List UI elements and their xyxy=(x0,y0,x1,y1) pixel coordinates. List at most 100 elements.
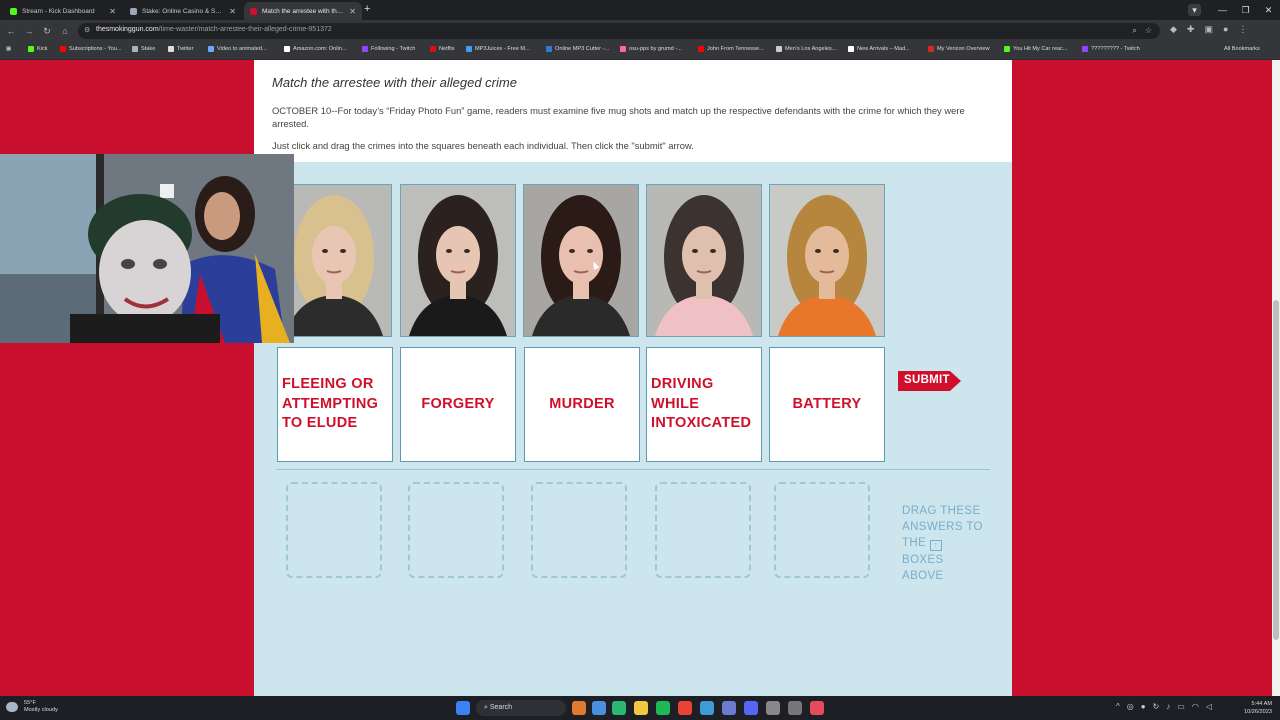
close-icon[interactable]: ✕ xyxy=(109,7,116,16)
windows-start-icon[interactable] xyxy=(456,701,470,715)
app-icon[interactable] xyxy=(722,701,736,715)
app-icon[interactable] xyxy=(788,701,802,715)
chrome-icon[interactable] xyxy=(678,701,692,715)
divider xyxy=(276,469,990,470)
site-info-icon[interactable]: ⚙ xyxy=(84,27,92,35)
scrollbar[interactable] xyxy=(1272,60,1280,696)
zoom-icon[interactable]: ⌕ xyxy=(1132,26,1136,36)
terminal-icon[interactable] xyxy=(612,701,626,715)
volume-icon[interactable]: ◁ xyxy=(1206,702,1212,711)
tray-app-icon[interactable]: ↻ xyxy=(1153,702,1160,711)
bookmark-favicon-icon xyxy=(776,46,782,52)
article-header: Match the arrestee with their alleged cr… xyxy=(254,60,1012,162)
address-bar[interactable]: ⚙ thesmokinggun.com/time-waster/match-ar… xyxy=(78,23,1160,39)
wifi-icon[interactable]: ◠ xyxy=(1192,702,1199,711)
tab-strip: Stream - Kick Dashboard ✕ Stake: Online … xyxy=(0,0,1280,20)
crime-card-murder[interactable]: MURDER xyxy=(524,347,640,462)
bookmark-favicon-icon xyxy=(132,46,138,52)
bookmark-favicon-icon xyxy=(848,46,854,52)
weather-widget[interactable]: 55°F Mostly cloudy xyxy=(6,700,58,714)
bookmark-item[interactable]: Video to animated... xyxy=(208,46,267,52)
extension-icon[interactable]: ◆ xyxy=(1170,24,1177,35)
extensions-puzzle-icon[interactable]: ✚ xyxy=(1187,24,1195,35)
photos-icon[interactable] xyxy=(700,701,714,715)
bookmark-item[interactable]: You Hit My Car reac... xyxy=(1004,46,1068,52)
home-icon[interactable]: ⌂ xyxy=(58,24,72,38)
answer-slot-2[interactable] xyxy=(408,482,504,578)
all-bookmarks-button[interactable]: All Bookmarks xyxy=(1224,46,1260,52)
crime-card-dwi[interactable]: DRIVING WHILE INTOXICATED xyxy=(646,347,762,462)
bookmark-item[interactable]: New Arrivals – Mad... xyxy=(848,46,910,52)
copilot-icon[interactable] xyxy=(592,701,606,715)
tray-app-icon[interactable]: ◎ xyxy=(1127,702,1134,711)
file-explorer-icon[interactable] xyxy=(634,701,648,715)
tab-title: Match the arrestee with their al xyxy=(262,7,346,15)
drag-hint-line: THE xyxy=(902,537,927,550)
restore-icon[interactable]: ❐ xyxy=(1234,0,1257,20)
profile-icon[interactable]: ● xyxy=(1223,24,1228,35)
side-panel-icon[interactable]: ▣ xyxy=(1204,24,1213,35)
new-tab-button[interactable]: + xyxy=(364,3,370,15)
spotify-icon[interactable] xyxy=(656,701,670,715)
reload-icon[interactable]: ↻ xyxy=(40,24,54,38)
close-window-icon[interactable]: ✕ xyxy=(1257,0,1280,20)
app-icon[interactable] xyxy=(810,701,824,715)
tab-kick-dashboard[interactable]: Stream - Kick Dashboard ✕ xyxy=(4,2,122,20)
microphone-icon[interactable]: ♪ xyxy=(1166,702,1170,711)
forward-icon[interactable]: → xyxy=(22,24,36,38)
answer-slot-1[interactable] xyxy=(286,482,382,578)
bookmark-item[interactable]: MP3Juices - Free M... xyxy=(466,46,530,52)
taskbar-search[interactable]: ⌕ Search xyxy=(476,700,566,716)
back-icon[interactable]: ← xyxy=(4,24,18,38)
bookmark-item[interactable]: Twitter xyxy=(168,46,193,52)
bookmark-item[interactable]: Following - Twitch xyxy=(362,46,415,52)
mugshot-portrait xyxy=(401,185,515,336)
bookmark-item[interactable]: ????????? - Twitch xyxy=(1082,46,1140,52)
tray-app-icon[interactable]: ● xyxy=(1141,702,1146,711)
crime-card-battery[interactable]: BATTERY xyxy=(769,347,885,462)
bookmark-item[interactable]: Subscriptions - You... xyxy=(60,46,122,52)
close-icon[interactable]: ✕ xyxy=(349,7,356,16)
keyboard-icon[interactable]: ▭ xyxy=(1177,702,1185,711)
bookmark-item[interactable]: Netflix xyxy=(430,46,455,52)
tab-stake[interactable]: Stake: Online Casino & Sports ✕ xyxy=(124,2,242,20)
tab-match-arrestee[interactable]: Match the arrestee with their al ✕ xyxy=(244,2,362,20)
bookmark-item[interactable]: Men's Los Angeles... xyxy=(776,46,836,52)
answer-slot-5[interactable] xyxy=(774,482,870,578)
bookmark-star-icon[interactable]: ☆ xyxy=(1145,26,1152,36)
mugshot-portrait xyxy=(770,185,884,336)
bookmark-label: Stake xyxy=(141,46,156,52)
tab-search-icon[interactable]: ▾ xyxy=(1188,4,1201,16)
menu-icon[interactable]: ⋮ xyxy=(1238,24,1247,35)
bookmark-favicon-icon xyxy=(28,46,34,52)
apps-icon[interactable]: ▦ xyxy=(6,46,11,52)
bookmark-item[interactable]: osu-pps by grumd -... xyxy=(620,46,682,52)
obs-icon[interactable] xyxy=(766,701,780,715)
discord-icon[interactable] xyxy=(744,701,758,715)
url-text[interactable]: thesmokinggun.com/time-waster/match-arre… xyxy=(96,26,332,33)
widgets-icon[interactable] xyxy=(572,701,586,715)
clock[interactable]: 5:44 AM 10/26/2023 xyxy=(1232,700,1272,716)
submit-button[interactable]: SUBMIT xyxy=(898,369,962,393)
crime-card-forgery[interactable]: FORGERY xyxy=(400,347,516,462)
close-icon[interactable]: ✕ xyxy=(229,7,236,16)
bookmark-label: Subscriptions - You... xyxy=(69,46,122,52)
bookmark-item[interactable]: Amazon.com: Onlin... xyxy=(284,46,346,52)
scrollbar-thumb[interactable] xyxy=(1273,300,1279,640)
crime-label: FLEEING OR ATTEMPTING TO ELUDE xyxy=(282,376,379,432)
browser-toolbar: ← → ↻ ⌂ ⚙ thesmokinggun.com/time-waster/… xyxy=(0,20,1280,42)
bookmark-item[interactable]: John From Tennesse... xyxy=(698,46,764,52)
crime-card-fleeing[interactable]: FLEEING OR ATTEMPTING TO ELUDE xyxy=(277,347,393,462)
answer-slot-4[interactable] xyxy=(655,482,751,578)
game-instructions: Just click and drag the crimes into the … xyxy=(272,140,694,151)
drag-hint-line: ABOVE xyxy=(902,569,944,582)
tray-expand-icon[interactable]: ^ xyxy=(1116,702,1120,711)
bookmark-item[interactable]: Kick xyxy=(28,46,48,52)
bookmark-item[interactable]: My Verizon Overview xyxy=(928,46,990,52)
crime-label: FORGERY xyxy=(421,395,495,412)
bookmark-item[interactable]: Stake xyxy=(132,46,155,52)
minimize-icon[interactable]: — xyxy=(1211,0,1234,20)
bookmark-label: Men's Los Angeles... xyxy=(785,46,837,52)
bookmark-item[interactable]: Online MP3 Cutter -... xyxy=(546,46,609,52)
answer-slot-3[interactable] xyxy=(531,482,627,578)
